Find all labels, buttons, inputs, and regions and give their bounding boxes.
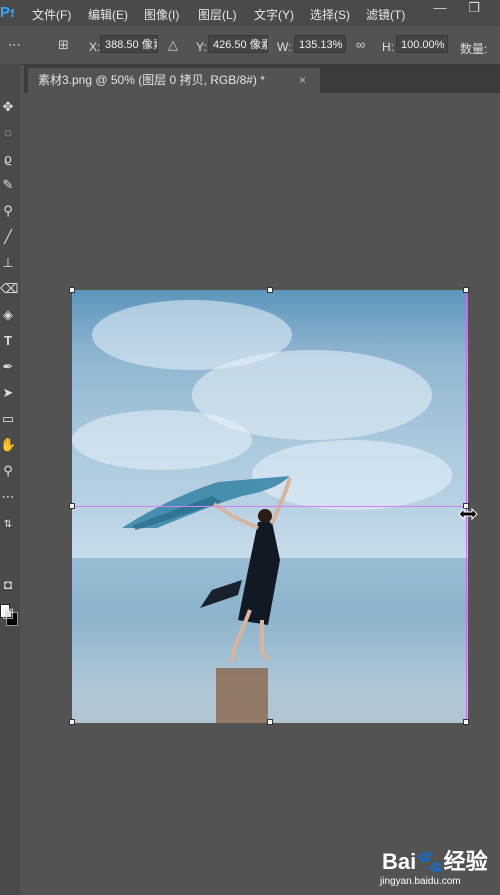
menu-select[interactable]: 选择(S)	[310, 6, 350, 23]
close-icon[interactable]: ×	[299, 68, 306, 93]
more-icon[interactable]: ⋯	[0, 488, 16, 506]
height-percent-field[interactable]: 100.00%	[396, 35, 448, 53]
screen-mode-icon[interactable]: ▣	[0, 604, 16, 622]
height-label: H:	[382, 40, 394, 54]
stamp-icon[interactable]: ⊥	[0, 254, 16, 272]
width-label: W:	[277, 40, 292, 54]
transform-handle-top-left[interactable]	[69, 287, 75, 293]
menu-bar: Ps 文件(F) 编辑(E) 图像(I) 图层(L) 文字(Y) 选择(S) 滤…	[0, 0, 500, 26]
watermark-url: jingyan.baidu.com	[380, 876, 461, 887]
type-icon[interactable]: T	[0, 332, 16, 350]
document-tab-bar: 素材3.png @ 50% (图层 0 拷贝, RGB/8#) * ×	[24, 65, 500, 93]
menu-filter[interactable]: 滤镜(T)	[366, 6, 405, 23]
y-label: Y:	[196, 40, 207, 54]
width-percent-field[interactable]: 135.13%	[294, 35, 346, 53]
baidu-jingyan-watermark: Bai🐾经验 jingyan.baidu.com	[376, 842, 500, 892]
transform-tool-icon: ⋯	[8, 37, 21, 52]
rectangle-icon[interactable]: ▭	[0, 410, 16, 428]
pen-icon[interactable]: ✒	[0, 358, 16, 376]
menu-layer[interactable]: 图层(L)	[198, 6, 237, 23]
menu-type[interactable]: 文字(Y)	[254, 6, 294, 23]
transform-handle-top-right[interactable]	[463, 287, 469, 293]
menu-image[interactable]: 图像(I)	[144, 6, 179, 23]
swap-colors-icon[interactable]: ⇅	[0, 516, 16, 534]
crop-icon[interactable]: ✎	[0, 176, 16, 194]
menu-file[interactable]: 文件(F)	[32, 6, 71, 23]
x-label: X:	[89, 40, 101, 54]
relative-position-icon[interactable]: △	[168, 37, 178, 53]
path-select-icon[interactable]: ➤	[0, 384, 16, 402]
document-tab-title: 素材3.png @ 50% (图层 0 拷贝, RGB/8#) *	[38, 73, 265, 87]
zoom-icon[interactable]: ⚲	[0, 462, 16, 480]
transform-handle-bottom-right[interactable]	[463, 719, 469, 725]
tools-panel: ✥ ◌ ϱ ✎ ⚲ ╱ ⊥ ⌫ ◈ T ✒ ➤ ▭ ✋ ⚲ ⋯ ⇅ ◘ ▣	[0, 64, 20, 895]
hand-icon[interactable]: ✋	[0, 436, 16, 454]
move-icon[interactable]: ✥	[0, 98, 16, 116]
extra-label: 数量:	[460, 42, 488, 56]
transform-handle-bottom-left[interactable]	[69, 719, 75, 725]
eyedropper-icon[interactable]: ⚲	[0, 202, 16, 220]
bucket-icon[interactable]: ◈	[0, 306, 16, 324]
menu-edit[interactable]: 编辑(E)	[88, 6, 128, 23]
watermark-logo: Bai🐾经验	[382, 849, 488, 874]
eraser-icon[interactable]: ⌫	[0, 280, 18, 298]
lasso-icon[interactable]: ◌	[0, 124, 16, 142]
y-position-field[interactable]: 426.50 像素	[208, 35, 268, 53]
brush-icon[interactable]: ╱	[0, 228, 16, 246]
quick-select-icon[interactable]: ϱ	[0, 150, 16, 168]
resize-cursor-icon	[458, 508, 478, 520]
options-bar: ⋯ ⊞ X: 388.50 像素 △ Y: 426.50 像素 W: 135.1…	[0, 26, 500, 65]
quick-mask-icon[interactable]: ◘	[0, 576, 16, 594]
smart-guide-horizontal	[72, 506, 468, 507]
minimize-button[interactable]: —	[424, 0, 456, 18]
x-position-field[interactable]: 388.50 像素	[100, 35, 158, 53]
reference-point-icon[interactable]: ⊞	[58, 37, 69, 53]
link-icon[interactable]: ∞	[356, 37, 365, 52]
restore-button[interactable]: ❐	[458, 0, 490, 18]
transform-handle-left[interactable]	[69, 503, 75, 509]
transform-handle-top[interactable]	[267, 287, 273, 293]
document-tab[interactable]: 素材3.png @ 50% (图层 0 拷贝, RGB/8#) * ×	[28, 68, 320, 93]
photoshop-logo[interactable]: Ps	[0, 4, 14, 22]
transform-handle-bottom[interactable]	[267, 719, 273, 725]
